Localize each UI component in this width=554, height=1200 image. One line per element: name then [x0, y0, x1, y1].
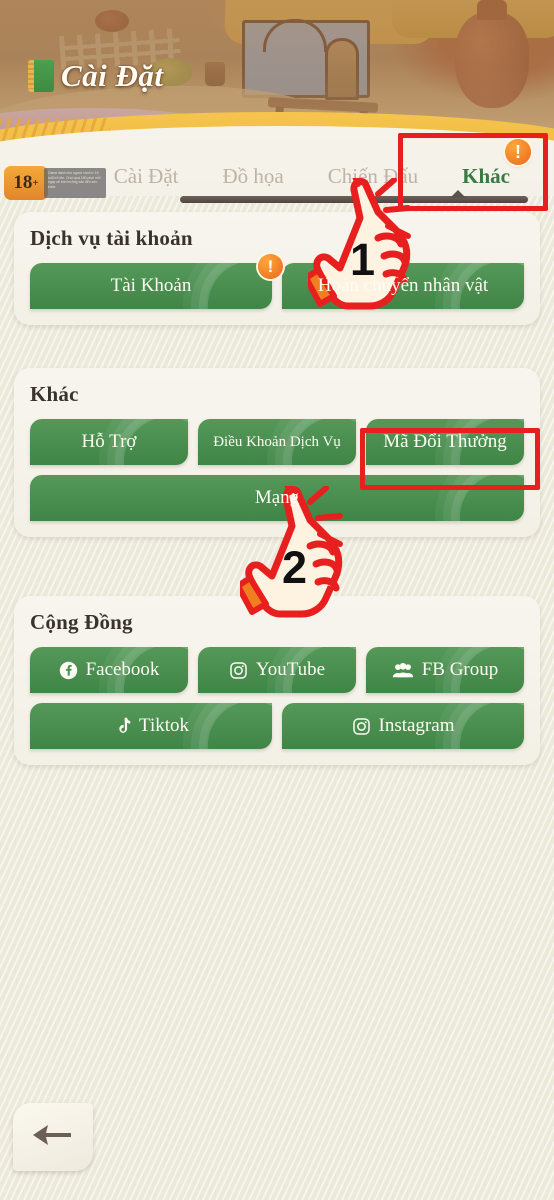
button-arc-decoration	[458, 703, 524, 749]
instagram-icon	[352, 717, 371, 736]
age-rating-badge: 18 + Game dành cho người chơi từ 18 tuổi …	[4, 166, 106, 200]
age-rating-plus: +	[32, 177, 39, 189]
button-youtube-label: YouTube	[255, 659, 326, 680]
age-rating-pill: 18 +	[4, 166, 48, 200]
button-ma-doi-thuong[interactable]: Mã Đổi Thưởng	[366, 419, 524, 465]
tai-khoan-notification-badge: !	[258, 254, 283, 279]
button-facebook[interactable]: Facebook	[30, 647, 188, 693]
button-ma-doi-thuong-label: Mã Đổi Thưởng	[383, 431, 507, 452]
age-rating-note: Game dành cho người chơi từ 18 tuổi trở …	[44, 168, 106, 198]
arrow-left-icon	[31, 1120, 75, 1155]
button-dieu-khoan-dich-vu-label: Điều Khoản Dịch Vụ	[213, 433, 341, 450]
button-mang[interactable]: Mạng	[30, 475, 524, 521]
row-cong-dong-1: Facebook YouTube FB Group	[30, 647, 524, 693]
row-cong-dong-2: Tiktok Instagram	[30, 703, 524, 749]
row-account-services-1: Tài Khoản ! Hoán chuyển nhân vật	[30, 254, 524, 309]
tab-underline	[180, 196, 528, 203]
row-khac-2: Mạng	[30, 475, 524, 521]
card-title-khac: Khác	[30, 382, 79, 406]
button-ho-tro-label: Hỗ Trợ	[81, 431, 137, 452]
tab-do-hoa[interactable]: Đồ họa	[201, 164, 306, 189]
button-wrap-tai-khoan: Tài Khoản !	[30, 254, 283, 309]
button-youtube[interactable]: YouTube	[198, 647, 356, 693]
card-title-cong-dong: Cộng Đồng	[30, 610, 133, 634]
button-tiktok-label: Tiktok	[139, 715, 189, 736]
page-title-label: Cài Đặt	[61, 58, 164, 93]
age-rating-number: 18	[13, 172, 33, 193]
button-fb-group-label: FB Group	[421, 659, 499, 680]
button-mang-label: Mạng	[254, 487, 300, 508]
row-khac-1: Hỗ Trợ Điều Khoản Dịch Vụ Mã Đổi Thưởng	[30, 419, 524, 465]
facebook-icon	[59, 661, 78, 680]
tab-cai-dat[interactable]: Cài Đặt	[92, 164, 201, 189]
button-arc-decoration	[206, 703, 272, 749]
button-fb-group[interactable]: FB Group	[366, 647, 524, 693]
button-ho-tro[interactable]: Hỗ Trợ	[30, 419, 188, 465]
tab-notification-badge: !	[505, 139, 531, 165]
back-button[interactable]	[13, 1103, 93, 1171]
button-instagram[interactable]: Instagram	[282, 703, 524, 749]
button-hoan-chuyen-nhan-vat-label: Hoán chuyển nhân vật	[317, 275, 489, 296]
button-instagram-label: Instagram	[378, 715, 455, 736]
button-dieu-khoan-dich-vu[interactable]: Điều Khoản Dịch Vụ	[198, 419, 356, 465]
annotation-step-2-label: 2	[282, 542, 308, 593]
tab-khac[interactable]: Khác	[440, 164, 532, 189]
button-tiktok[interactable]: Tiktok	[30, 703, 272, 749]
youtube-icon	[229, 661, 248, 680]
button-tai-khoan[interactable]: Tài Khoản	[30, 263, 272, 309]
fb-group-icon	[392, 661, 414, 680]
page-title: Cài Đặt	[28, 58, 164, 94]
button-facebook-label: Facebook	[85, 659, 160, 680]
card-account-services: Dịch vụ tài khoản Tài Khoản ! Hoán chuyể…	[14, 212, 540, 325]
tab-chien-dau[interactable]: Chiến Đấu	[306, 164, 440, 189]
tiktok-icon	[113, 717, 131, 736]
tab-active-caret	[450, 190, 466, 198]
card-khac: Khác Hỗ Trợ Điều Khoản Dịch Vụ Mã Đổi Th…	[14, 368, 540, 537]
card-cong-dong: Cộng Đồng Facebook YouTube FB Group Tikt…	[14, 596, 540, 765]
tab-notification-badge-label: !	[515, 142, 521, 162]
button-hoan-chuyen-nhan-vat[interactable]: Hoán chuyển nhân vật	[282, 263, 524, 309]
notebook-icon	[28, 60, 54, 92]
button-tai-khoan-label: Tài Khoản	[110, 275, 192, 296]
card-title-account-services: Dịch vụ tài khoản	[30, 226, 193, 250]
button-arc-decoration	[458, 475, 524, 521]
